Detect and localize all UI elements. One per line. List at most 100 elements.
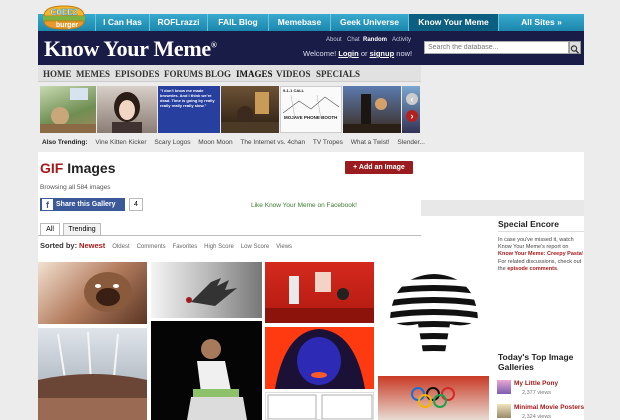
registered-mark: ® (210, 40, 217, 50)
nav-specials[interactable]: SPECIALS (316, 69, 360, 79)
gif-thumb-striped-illusion[interactable] (378, 262, 489, 372)
trending-thumb-outdoor[interactable] (343, 86, 401, 133)
sort-option-newest[interactable]: Newest (79, 241, 105, 250)
chevron-right-icon: › (410, 111, 414, 121)
top-galleries-title: Today's Top Image Galleries (498, 352, 574, 372)
trending-link[interactable]: Vine Kitten Kicker (95, 139, 146, 146)
header-link-chat[interactable]: Chat (347, 37, 360, 43)
header-link-random[interactable]: Random (363, 37, 387, 43)
encore-episode-comments-link[interactable]: episode comments (507, 266, 557, 272)
encore-creepy-pasta-link[interactable]: Know Your Meme: Creepy Pasta (498, 251, 582, 257)
trending-link[interactable]: What a Twist! (351, 139, 390, 146)
network-tab-all-sites[interactable]: All Sites » (498, 14, 584, 31)
sort-option-comments[interactable]: Comments (137, 244, 166, 250)
sidebar-ad-band (421, 200, 584, 216)
sort-option-high-score[interactable]: High Score (204, 244, 234, 250)
facebook-icon: f (42, 199, 53, 210)
search-button[interactable] (569, 41, 581, 54)
site-title[interactable]: Know Your Meme® (44, 36, 217, 62)
header-link-about[interactable]: About (326, 37, 342, 43)
special-encore-text: In case you've missed it, watch Know You… (498, 237, 584, 273)
browsing-count: Browsing all 584 images (40, 184, 111, 191)
trending-thumb-mojave-map[interactable]: 9-1-1 CALL MOJAVE PHONE BOOTH (280, 86, 342, 133)
trending-link[interactable]: Moon Moon (198, 139, 232, 146)
search-input[interactable] (424, 41, 569, 54)
gallery-link-minimal-movie-posters[interactable]: Minimal Movie Posters (514, 404, 584, 411)
gif-thumb-red-room[interactable] (265, 262, 374, 323)
sort-option-low-score[interactable]: Low Score (241, 244, 269, 250)
gif-thumb-comic[interactable] (265, 392, 374, 420)
gallery-views: 2,324 views (522, 414, 552, 420)
login-link[interactable]: Login (338, 49, 358, 58)
facebook-like-link[interactable]: Like Know Your Meme on Facebook! (251, 202, 357, 209)
tab-trending[interactable]: Trending (63, 223, 101, 235)
search-icon (570, 45, 580, 54)
carousel-next-button[interactable]: › (406, 110, 418, 122)
welcome-text: Welcome! (303, 49, 337, 58)
trending-link[interactable]: TV Tropes (313, 139, 343, 146)
header-link-activity[interactable]: Activity (392, 37, 411, 43)
nav-home[interactable]: HOME (43, 69, 72, 79)
gallery-thumb-minimal-movie-posters[interactable] (497, 404, 511, 418)
trending-quote-text: "I don't know me made brownies. And I th… (160, 88, 215, 108)
gif-thumb-blue-face[interactable] (265, 327, 374, 389)
encore-text-part: . (557, 265, 559, 272)
nav-memes[interactable]: MEMES (76, 69, 110, 79)
also-trending-bar: Also Trending: Vine Kitten Kicker Scary … (42, 139, 425, 146)
page: I Can Has ROFLrazzi FAIL Blog Memebase G… (0, 0, 620, 420)
nav-forums[interactable]: FORUMS (164, 69, 203, 79)
nav-blog[interactable]: BLOG (205, 69, 231, 79)
share-gallery-button[interactable]: f Share this Gallery (40, 198, 125, 211)
gif-thumb-monkey[interactable] (38, 262, 147, 324)
trending-thumb-girl[interactable] (97, 86, 157, 133)
cheezburger-logo[interactable]: CHEEZ burger (40, 2, 88, 32)
gallery-views: 2,377 views (522, 390, 552, 396)
gallery-thumb-my-little-pony[interactable] (497, 380, 511, 394)
trending-link[interactable]: Slender... (397, 139, 424, 146)
tab-all[interactable]: All (40, 223, 60, 235)
add-image-button[interactable]: + Add an Image (345, 161, 413, 174)
network-tab-i-can-has[interactable]: I Can Has (95, 14, 149, 31)
site-title-text: Know Your Meme (44, 36, 211, 61)
sort-bar: Sorted by: Newest Oldest Comments Favori… (40, 241, 292, 250)
trending-phone-text: MOJAVE PHONE BOOTH (284, 115, 338, 120)
gif-thumb-man-sitting[interactable] (151, 321, 262, 420)
signup-link[interactable]: signup (370, 49, 395, 58)
sort-option-favorites[interactable]: Favorites (173, 244, 198, 250)
trending-link[interactable]: The Internet vs. 4chan (240, 139, 305, 146)
carousel-prev-button[interactable]: ‹ (406, 93, 418, 105)
logo-text-bottom: burger (56, 22, 78, 29)
encore-text-part: In case you've missed it, watch Know You… (498, 237, 574, 251)
share-gallery-label: Share this Gallery (56, 201, 116, 208)
trending-thumb-kitten[interactable] (40, 86, 96, 133)
sort-option-views[interactable]: Views (276, 244, 292, 250)
tab-divider (38, 235, 421, 236)
network-tab-geek-universe[interactable]: Geek Universe (330, 14, 408, 31)
sort-label: Sorted by: (40, 241, 78, 250)
welcome-message: Welcome! Login or signup now! (303, 49, 412, 58)
page-title-images: Images (63, 160, 116, 176)
network-tab-fail-blog[interactable]: FAIL Blog (207, 14, 268, 31)
gif-thumb-olympic-stadium[interactable] (38, 328, 147, 420)
cheez-network-bar: I Can Has ROFLrazzi FAIL Blog Memebase G… (38, 14, 584, 31)
page-title-gif: GIF (40, 160, 64, 176)
trending-link[interactable]: Scary Logos (154, 139, 190, 146)
nav-episodes[interactable]: EPISODES (115, 69, 160, 79)
sort-option-oldest[interactable]: Oldest (112, 244, 129, 250)
network-tab-roflrazzi[interactable]: ROFLrazzi (149, 14, 207, 31)
welcome-now: now! (396, 49, 413, 58)
chevron-left-icon: ‹ (410, 94, 414, 104)
special-encore-title: Special Encore (498, 219, 559, 229)
trending-thumb-quote[interactable]: "I don't know me made brownies. And I th… (158, 86, 220, 133)
gif-thumb-hand-shadow[interactable] (151, 262, 262, 318)
nav-videos[interactable]: VIDEOS (276, 69, 311, 79)
special-encore-divider (498, 231, 584, 232)
nav-images[interactable]: IMAGES (236, 69, 273, 79)
network-tab-know-your-meme[interactable]: Know Your Meme (408, 14, 498, 31)
network-tab-memebase[interactable]: Memebase (268, 14, 330, 31)
share-count: 4 (129, 198, 143, 211)
gallery-link-my-little-pony[interactable]: My Little Pony (514, 380, 558, 387)
trending-thumb-room[interactable] (221, 86, 279, 133)
welcome-or: or (360, 49, 368, 58)
gif-thumb-olympic-rings[interactable] (378, 376, 489, 420)
